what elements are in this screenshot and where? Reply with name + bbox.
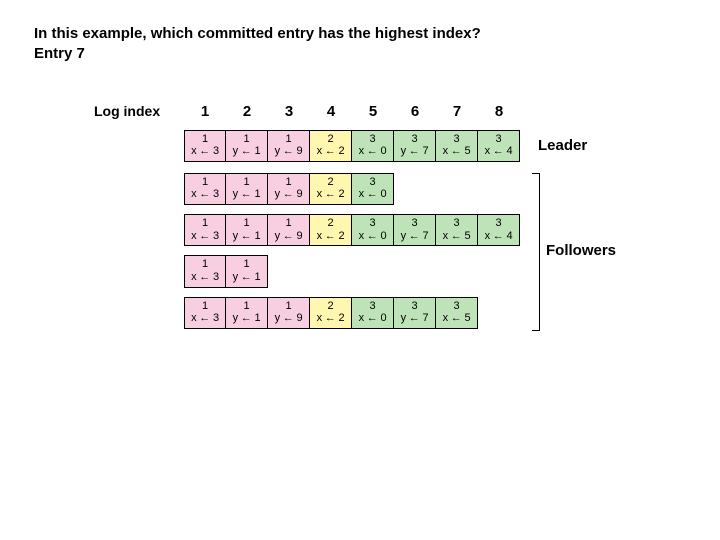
log-entry: 2x ← 2 [310, 297, 352, 329]
log-entry: 2x ← 2 [310, 214, 352, 246]
log-entry: 2x ← 2 [310, 130, 352, 162]
log-entry: 3y ← 7 [394, 130, 436, 162]
log-entry: 3x ← 4 [478, 130, 520, 162]
log-entry: 3x ← 4 [478, 214, 520, 246]
log-entry: 1y ← 9 [268, 214, 310, 246]
log-entry: 3x ← 5 [436, 130, 478, 162]
log-index-2: 2 [226, 103, 268, 120]
log-entry: 1x ← 3 [184, 297, 226, 329]
question-line: In this example, which committed entry h… [34, 24, 686, 44]
log-entry: 2x ← 2 [310, 173, 352, 205]
log-entry: 1x ← 3 [184, 130, 226, 162]
log-entry: 3x ← 0 [352, 130, 394, 162]
log-entry: 1x ← 3 [184, 214, 226, 246]
log-entry: 3x ← 5 [436, 297, 478, 329]
answer-line: Entry 7 [34, 44, 686, 64]
followers-label: Followers [546, 242, 616, 259]
log-index-5: 5 [352, 103, 394, 120]
log-entry: 3x ← 0 [352, 214, 394, 246]
follower-log-row-3: 1x ← 31y ← 1 [184, 255, 686, 287]
log-entry: 1y ← 1 [226, 130, 268, 162]
log-entry: 3y ← 7 [394, 214, 436, 246]
log-index-4: 4 [310, 103, 352, 120]
log-index-8: 8 [478, 103, 520, 120]
log-entry: 3x ← 5 [436, 214, 478, 246]
log-entry: 1y ← 9 [268, 297, 310, 329]
log-entry: 1y ← 1 [226, 173, 268, 205]
log-entry: 1y ← 1 [226, 214, 268, 246]
log-entry: 1y ← 1 [226, 255, 268, 287]
log-entry: 1x ← 3 [184, 255, 226, 287]
log-entry: 3x ← 0 [352, 173, 394, 205]
log-entry: 1y ← 9 [268, 130, 310, 162]
follower-log-row-4: 1x ← 31y ← 11y ← 92x ← 23x ← 03y ← 73x ←… [184, 297, 686, 329]
followers-bracket-icon [532, 173, 540, 331]
log-index-row: Log index 12345678 [94, 103, 686, 120]
log-entry: 1x ← 3 [184, 173, 226, 205]
leader-label: Leader [538, 137, 587, 154]
log-index-3: 3 [268, 103, 310, 120]
log-entry: 3x ← 0 [352, 297, 394, 329]
log-entry: 1y ← 1 [226, 297, 268, 329]
diagram-stage: Log index 12345678 1x ← 31y ← 11y ← 92x … [94, 103, 686, 329]
log-entry: 1y ← 9 [268, 173, 310, 205]
log-index-label: Log index [94, 103, 184, 119]
log-index-1: 1 [184, 103, 226, 120]
follower-log-row-1: 1x ← 31y ← 11y ← 92x ← 23x ← 0 [184, 173, 686, 205]
log-index-6: 6 [394, 103, 436, 120]
log-entry: 3y ← 7 [394, 297, 436, 329]
log-index-7: 7 [436, 103, 478, 120]
leader-log-row: 1x ← 31y ← 11y ← 92x ← 23x ← 03y ← 73x ←… [184, 130, 686, 162]
